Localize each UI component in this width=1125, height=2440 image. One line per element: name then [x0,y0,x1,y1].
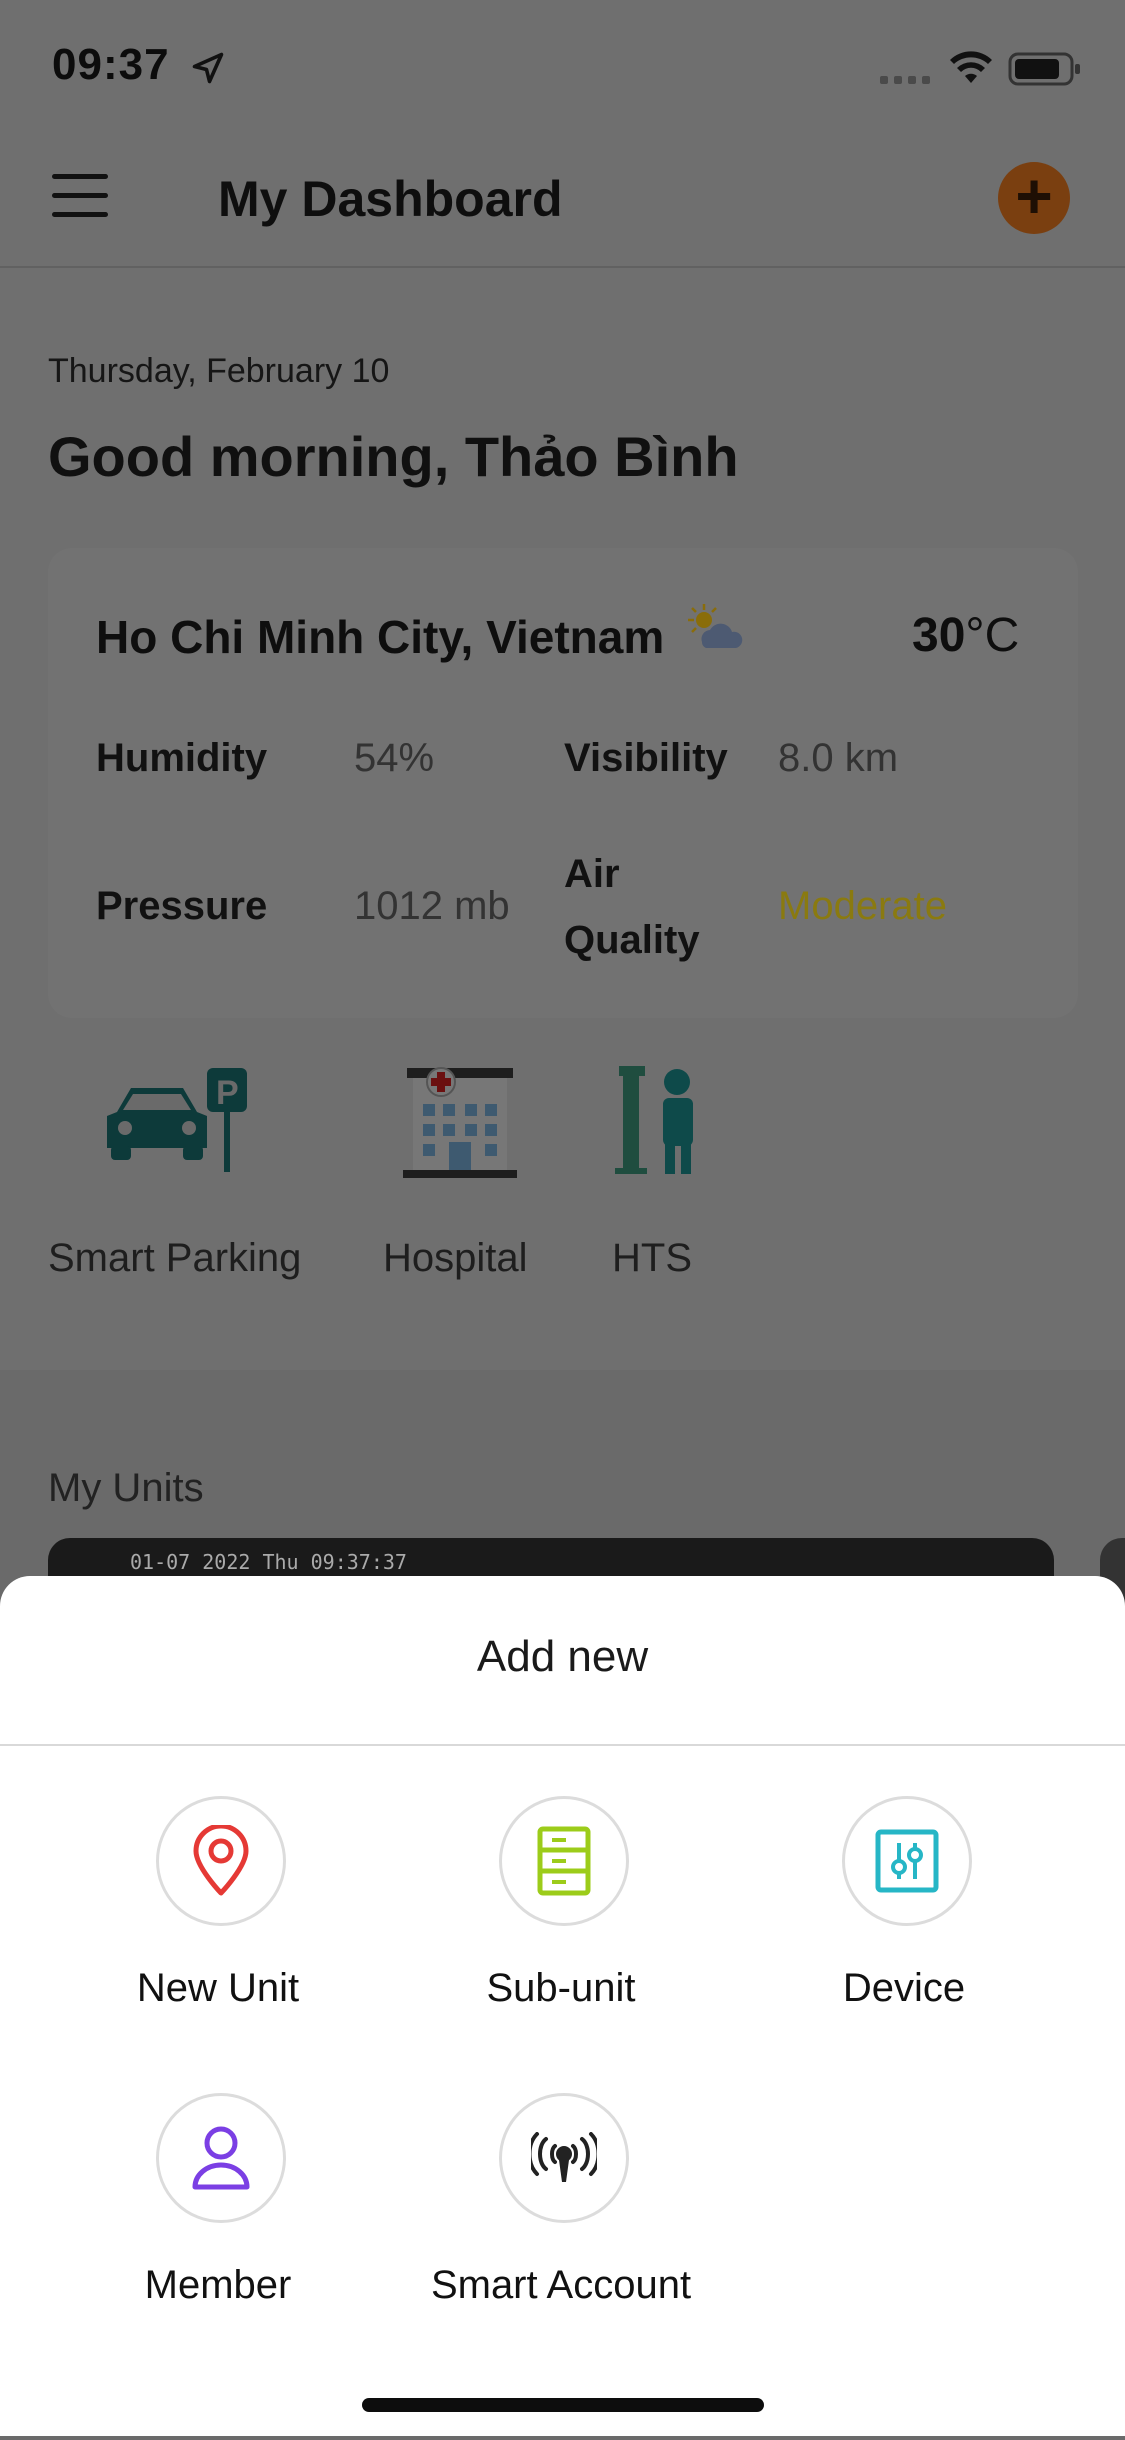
sliders-icon [875,1829,939,1893]
parking-car-icon: P [107,1068,247,1172]
service-hospital[interactable] [400,1064,520,1185]
svg-text:P: P [216,1074,239,1112]
air-quality-label-line1: Air [564,852,620,896]
visibility-value: 8.0 km [778,736,899,780]
location-arrow-icon [192,52,224,84]
pressure-value: 1012 mb [354,884,510,928]
greeting-text: Good morning, Thảo Bình [48,425,739,488]
status-time: 09:37 [52,40,170,89]
weather-city: Ho Chi Minh City, Vietnam [96,611,665,663]
add-button[interactable]: + [998,162,1070,234]
smart-account-button[interactable] [499,2093,629,2223]
service-label-smart-parking: Smart Parking [48,1236,302,1280]
sub-unit-button[interactable] [499,1796,629,1926]
user-icon [192,2126,250,2190]
page-title: My Dashboard [218,171,563,227]
map-pin-icon [193,1825,249,1896]
humidity-value: 54% [354,736,435,780]
server-icon [537,1826,591,1896]
sub-unit-label: Sub-unit [486,1966,636,2010]
smart-account-label: Smart Account [430,2263,692,2307]
home-indicator[interactable] [362,2398,764,2412]
air-quality-value: Moderate [778,884,947,928]
hamburger-menu-icon[interactable] [52,172,108,220]
device-label: Device [842,1966,966,2010]
member-button[interactable] [156,2093,286,2223]
humidity-label: Humidity [96,736,268,780]
wifi-icon [950,51,992,83]
new-unit-button[interactable] [156,1796,286,1926]
air-quality-label-line2: Quality [564,918,700,962]
device-button[interactable] [842,1796,972,1926]
sun-cloud-icon [688,604,743,648]
broadcast-icon [531,2132,597,2182]
visibility-label: Visibility [564,736,728,780]
service-smart-parking[interactable]: P [48,1064,308,1181]
service-hts[interactable] [612,1064,702,1181]
date-label: Thursday, February 10 [48,352,390,390]
pressure-label: Pressure [96,884,268,928]
weather-temperature: 30°C [912,609,1020,662]
hts-logo-icon [615,1066,693,1174]
service-label-hospital: Hospital [383,1236,528,1280]
camera-timestamp: 01-07 2022 Thu 09:37:37 [130,1550,407,1574]
sheet-title: Add new [476,1632,649,1681]
sheet-divider [0,1744,1125,1746]
hospital-icon [403,1067,517,1178]
new-unit-label: New Unit [136,1966,300,2010]
battery-icon [1008,52,1080,86]
cellular-signal-icon [880,76,930,84]
member-label: Member [144,2263,292,2307]
service-label-hts: HTS [612,1236,692,1280]
units-title: My Units [48,1466,204,1510]
